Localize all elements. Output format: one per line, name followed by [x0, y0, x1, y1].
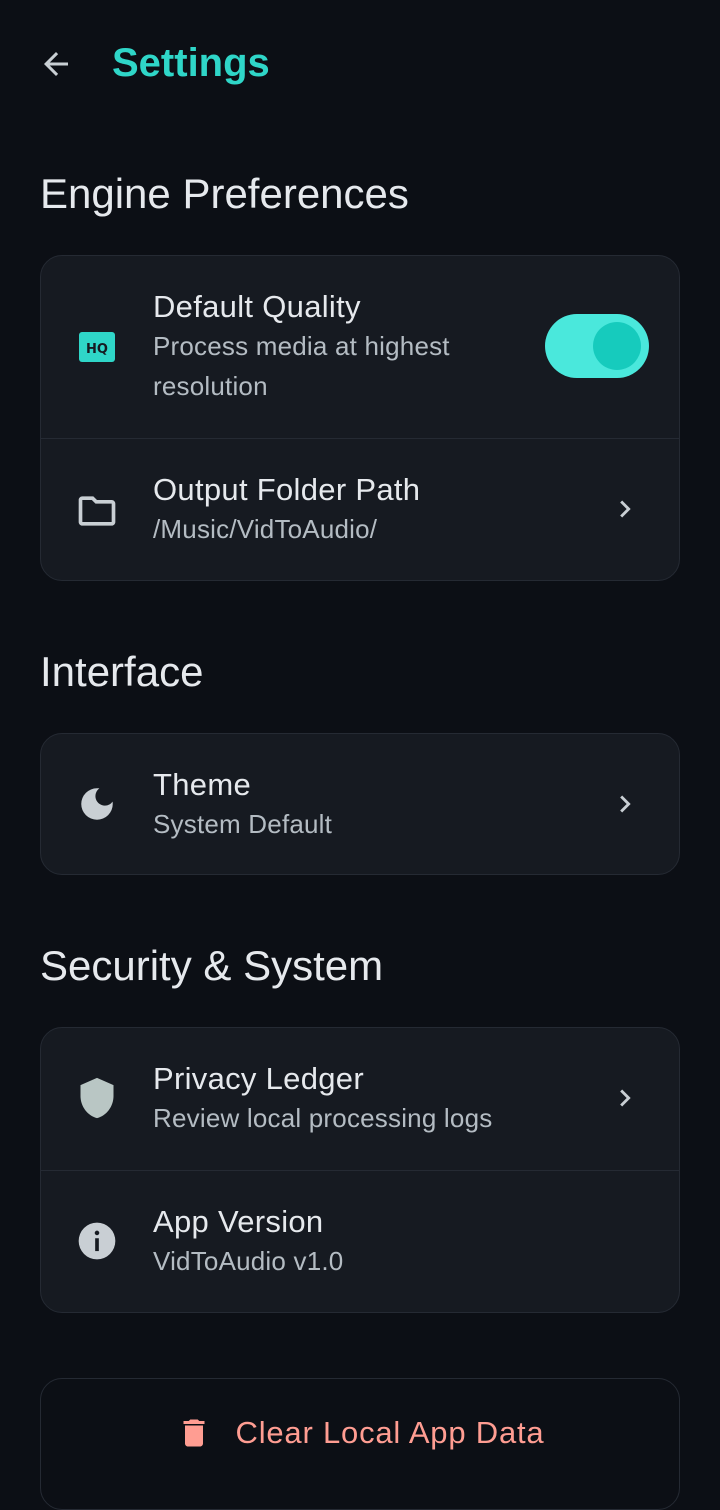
app-version-text: App Version VidToAudio v1.0 — [153, 1203, 559, 1281]
output-folder-row[interactable]: Output Folder Path /Music/VidToAudio/ — [41, 438, 679, 579]
back-button[interactable] — [28, 36, 84, 92]
clear-app-data-content: Clear Local App Data — [41, 1411, 679, 1455]
output-folder-subtitle: /Music/VidToAudio/ — [153, 514, 378, 544]
svg-text:HQ: HQ — [86, 342, 108, 357]
hq-icon: HQ — [75, 325, 119, 369]
default-quality-toggle[interactable] — [545, 314, 649, 378]
theme-row[interactable]: Theme System Default — [41, 734, 679, 874]
interface-card: Theme System Default — [40, 733, 680, 875]
section-title-engine-preferences: Engine Preferences — [40, 170, 409, 217]
output-folder-text: Output Folder Path /Music/VidToAudio/ — [153, 471, 559, 549]
theme-text: Theme System Default — [153, 766, 559, 844]
app-version-title: App Version — [153, 1204, 324, 1239]
output-folder-title: Output Folder Path — [153, 472, 421, 507]
clear-app-data-label: Clear Local App Data — [235, 1415, 545, 1450]
section-title-interface: Interface — [40, 648, 204, 695]
folder-icon — [75, 489, 119, 533]
default-quality-text: Default Quality Process media at highest… — [153, 288, 559, 406]
privacy-ledger-subtitle: Review local processing logs — [153, 1103, 493, 1133]
chevron-right-icon — [607, 491, 643, 527]
app-version-subtitle: VidToAudio v1.0 — [153, 1246, 344, 1276]
shield-icon — [75, 1076, 119, 1120]
default-quality-title: Default Quality — [153, 289, 361, 324]
arrow-left-icon — [44, 52, 68, 76]
default-quality-subtitle: Process media at highest resolution — [153, 331, 450, 401]
page-title: Settings — [112, 41, 270, 85]
privacy-ledger-row[interactable]: Privacy Ledger Review local processing l… — [41, 1028, 679, 1170]
toggle-knob — [593, 322, 641, 370]
app-version-row: App Version VidToAudio v1.0 — [41, 1170, 679, 1311]
privacy-ledger-text: Privacy Ledger Review local processing l… — [153, 1060, 619, 1138]
clear-app-data-button[interactable]: Clear Local App Data — [40, 1378, 680, 1510]
moon-icon — [75, 782, 119, 826]
trash-icon — [183, 1419, 205, 1447]
engine-preferences-card: HQ Default Quality Process media at high… — [40, 255, 680, 581]
theme-title: Theme — [153, 767, 251, 802]
section-title-security-system: Security & System — [40, 942, 384, 989]
chevron-right-icon — [607, 1080, 643, 1116]
top-app-bar: Settings — [0, 0, 720, 128]
theme-subtitle: System Default — [153, 809, 333, 839]
info-icon — [75, 1219, 119, 1263]
default-quality-row[interactable]: HQ Default Quality Process media at high… — [41, 256, 679, 438]
chevron-right-icon — [607, 786, 643, 822]
privacy-ledger-title: Privacy Ledger — [153, 1061, 364, 1096]
security-system-card: Privacy Ledger Review local processing l… — [40, 1027, 680, 1313]
